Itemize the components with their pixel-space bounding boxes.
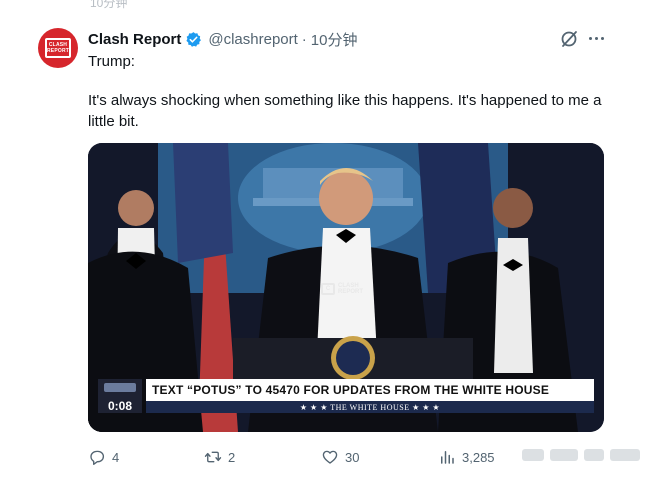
author-name[interactable]: Clash Report	[88, 31, 181, 48]
views-button[interactable]: 3,285	[438, 446, 495, 468]
watermark-text-2: REPORT	[338, 289, 364, 295]
video-player[interactable]: C CLASH REPORT 0:08 TEXT “POTUS” TO 4547…	[88, 143, 604, 432]
post-time[interactable]: 10分钟	[311, 29, 358, 50]
faint-action-icons	[522, 449, 640, 461]
views-count: 3,285	[462, 449, 495, 465]
author-handle[interactable]: @clashreport	[208, 31, 297, 48]
reply-button[interactable]: 4	[88, 446, 119, 468]
reply-icon	[90, 450, 105, 465]
repost-button[interactable]: 2	[204, 446, 235, 468]
views-icon	[441, 451, 454, 464]
separator-dot: ·	[301, 30, 307, 48]
more-icon[interactable]	[586, 28, 606, 48]
avatar-logo: CLASH REPORT	[45, 38, 71, 58]
verified-badge-icon	[185, 31, 202, 48]
like-count: 30	[345, 449, 360, 465]
grok-icon[interactable]	[559, 29, 579, 49]
avatar-logo-text-2: REPORT	[46, 48, 70, 54]
repost-icon	[204, 451, 222, 463]
video-duration: 0:08	[107, 399, 133, 413]
post-text-line-2: It's always shocking when something like…	[88, 92, 602, 130]
watermark-logo: C	[321, 283, 335, 295]
post-text-line-1: Trump:	[88, 53, 135, 70]
like-icon	[322, 450, 338, 464]
avatar[interactable]: CLASH REPORT	[38, 28, 78, 68]
video-ticker: TEXT “POTUS” TO 45470 FOR UPDATES FROM T…	[146, 379, 594, 401]
like-button[interactable]: 30	[321, 446, 359, 468]
video-ticker-subtitle: ★ ★ ★ THE WHITE HOUSE ★ ★ ★	[146, 401, 594, 413]
reply-count: 4	[112, 449, 120, 465]
previous-post-time-sliver: 10分钟	[90, 0, 128, 10]
repost-count: 2	[228, 449, 236, 465]
white-house-seal-icon	[104, 383, 136, 392]
clash-report-watermark: C CLASH REPORT	[321, 283, 363, 295]
post-header: Clash Report @clashreport · 10分钟	[88, 29, 357, 49]
